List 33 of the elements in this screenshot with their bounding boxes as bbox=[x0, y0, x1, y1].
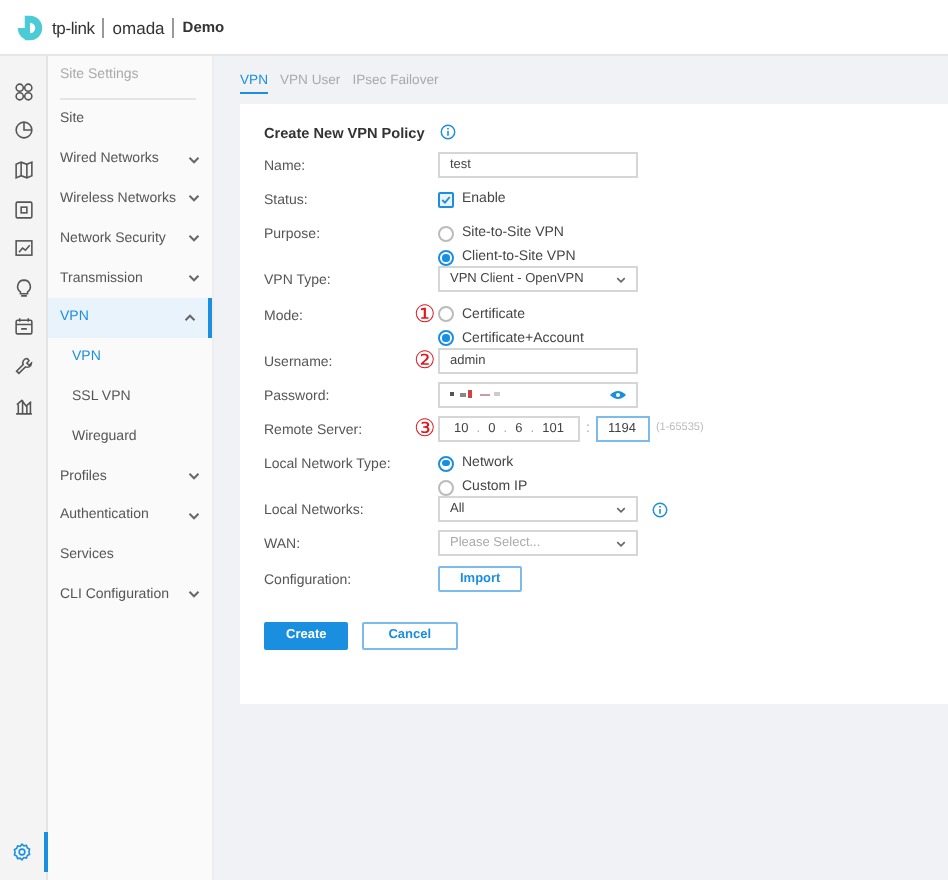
calendar-icon[interactable] bbox=[13, 316, 33, 337]
checkmark-icon bbox=[440, 193, 452, 206]
grid-icon[interactable] bbox=[13, 81, 33, 102]
brand-name: tp-link bbox=[52, 17, 95, 37]
chevron-icon bbox=[616, 273, 626, 286]
logo-icon bbox=[16, 13, 44, 41]
device-icon[interactable] bbox=[13, 199, 33, 220]
chevron-icon bbox=[184, 311, 196, 324]
chevron-icon bbox=[188, 588, 200, 601]
lightbulb-icon[interactable] bbox=[13, 277, 33, 298]
chevron-icon bbox=[616, 537, 626, 550]
chevron-icon bbox=[188, 470, 200, 483]
chevron-icon bbox=[188, 509, 200, 522]
eye-icon[interactable] bbox=[610, 389, 626, 400]
password-field[interactable] bbox=[438, 381, 638, 408]
chevron-icon bbox=[188, 232, 200, 245]
wrench-icon[interactable] bbox=[13, 355, 33, 376]
chevron-icon bbox=[188, 153, 200, 166]
step-marker: ② bbox=[414, 347, 436, 374]
map-icon[interactable] bbox=[13, 159, 33, 180]
chevron-icon bbox=[616, 503, 626, 516]
line-chart-icon[interactable] bbox=[13, 238, 33, 259]
redacted-mark bbox=[450, 390, 500, 399]
chevron-icon bbox=[188, 272, 200, 285]
info-icon[interactable] bbox=[440, 124, 457, 140]
bar-chart-icon[interactable] bbox=[13, 395, 33, 416]
step-marker: ③ bbox=[414, 415, 436, 442]
chevron-icon bbox=[188, 192, 200, 205]
product-name: omada bbox=[112, 17, 165, 37]
settings-icon[interactable] bbox=[11, 842, 31, 862]
info-icon[interactable] bbox=[652, 501, 668, 518]
step-marker: ① bbox=[414, 301, 436, 328]
pie-chart-icon[interactable] bbox=[13, 120, 33, 141]
